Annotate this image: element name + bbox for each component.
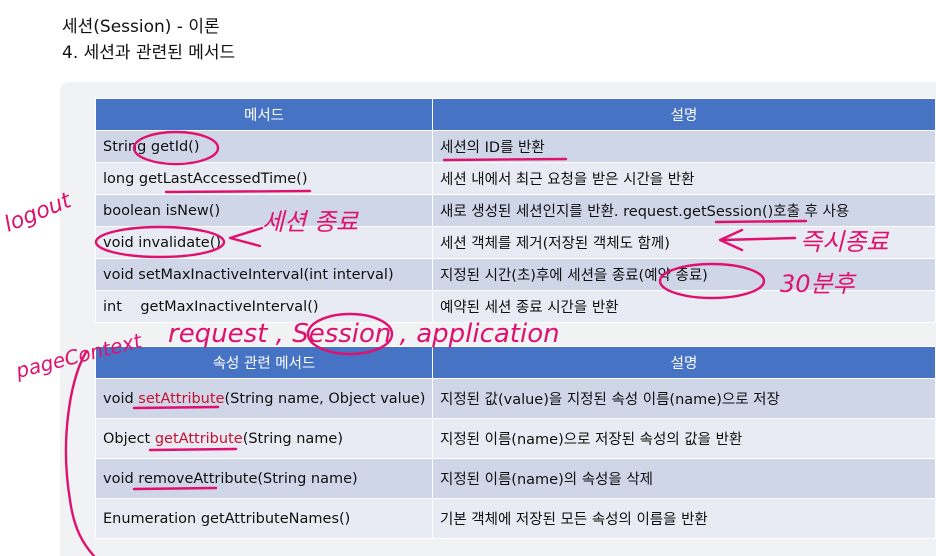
table-row: void invalidate() 세션 객체를 제거(저장된 객체도 함께) — [95, 226, 936, 259]
description-cell: 지정된 시간(초)후에 세션을 종료(예약 종료) — [432, 258, 936, 291]
method-name-highlight: getAttribute — [154, 430, 243, 447]
method-cell: long getLastAccessedTime() — [95, 162, 433, 195]
description-cell: 기본 객체에 저장된 모든 속성의 이름을 반환 — [432, 498, 936, 539]
table-header-row: 메서드 설명 — [95, 98, 936, 131]
method-prefix: void — [103, 390, 139, 407]
description-cell: 지정된 이름(name)으로 저장된 속성의 값을 반환 — [432, 418, 936, 459]
method-suffix: (String name, Object value) — [224, 390, 426, 407]
description-cell: 지정된 값(value)을 지정된 속성 이름(name)으로 저장 — [432, 378, 936, 419]
method-cell: int getMaxInactiveInterval() — [95, 290, 433, 323]
description-cell: 새로 생성된 세션인지를 반환. request.getSession()호출 … — [432, 194, 936, 227]
method-cell: void removeAttribute(String name) — [95, 458, 433, 499]
table-row: void setMaxInactiveInterval(int interval… — [95, 258, 936, 291]
method-suffix: (String name) — [257, 470, 358, 487]
session-methods-table: 메서드 설명 String getId() 세션의 ID를 반환 long ge… — [95, 98, 936, 323]
table-row: void removeAttribute(String name) 지정된 이름… — [95, 458, 936, 499]
column-header-description: 설명 — [432, 98, 936, 131]
method-cell: void invalidate() — [95, 226, 433, 259]
method-cell: Enumeration getAttributeNames() — [95, 498, 433, 539]
method-cell: void setAttribute(String name, Object va… — [95, 378, 433, 419]
attribute-methods-table: 속성 관련 메서드 설명 void setAttribute(String na… — [95, 346, 936, 539]
method-cell: boolean isNew() — [95, 194, 433, 227]
method-prefix: Enumeration — [103, 510, 201, 527]
description-cell: 세션 객체를 제거(저장된 객체도 함께) — [432, 226, 936, 259]
page-title: 세션(Session) - 이론 — [62, 17, 220, 37]
table-row: long getLastAccessedTime() 세션 내에서 최근 요청을… — [95, 162, 936, 195]
table-row: void setAttribute(String name, Object va… — [95, 378, 936, 419]
method-name: getAttributeNames — [200, 510, 339, 527]
table-header-row: 속성 관련 메서드 설명 — [95, 346, 936, 379]
table-row: Object getAttribute(String name) 지정된 이름(… — [95, 418, 936, 459]
method-prefix: Object — [103, 430, 155, 447]
column-header-method: 메서드 — [95, 98, 433, 131]
column-header-description: 설명 — [432, 346, 936, 379]
method-prefix: void — [103, 470, 139, 487]
method-suffix: () — [339, 510, 351, 527]
method-suffix: (String name) — [242, 430, 344, 447]
description-cell: 예약된 세션 종료 시간을 반환 — [432, 290, 936, 323]
table-row: int getMaxInactiveInterval() 예약된 세션 종료 시… — [95, 290, 936, 323]
description-cell: 지정된 이름(name)의 속성을 삭제 — [432, 458, 936, 499]
method-name-highlight: setAttribute — [138, 390, 225, 407]
page-subtitle: 4. 세션과 관련된 메서드 — [62, 43, 236, 63]
column-header-method: 속성 관련 메서드 — [95, 346, 433, 379]
method-cell: void setMaxInactiveInterval(int interval… — [95, 258, 433, 291]
table-row: String getId() 세션의 ID를 반환 — [95, 130, 936, 163]
method-cell: String getId() — [95, 130, 433, 163]
method-name: removeAttribute — [138, 470, 258, 487]
description-cell: 세션 내에서 최근 요청을 받은 시간을 반환 — [432, 162, 936, 195]
table-row: Enumeration getAttributeNames() 기본 객체에 저… — [95, 498, 936, 539]
description-cell: 세션의 ID를 반환 — [432, 130, 936, 163]
table-row: boolean isNew() 새로 생성된 세션인지를 반환. request… — [95, 194, 936, 227]
method-cell: Object getAttribute(String name) — [95, 418, 433, 459]
